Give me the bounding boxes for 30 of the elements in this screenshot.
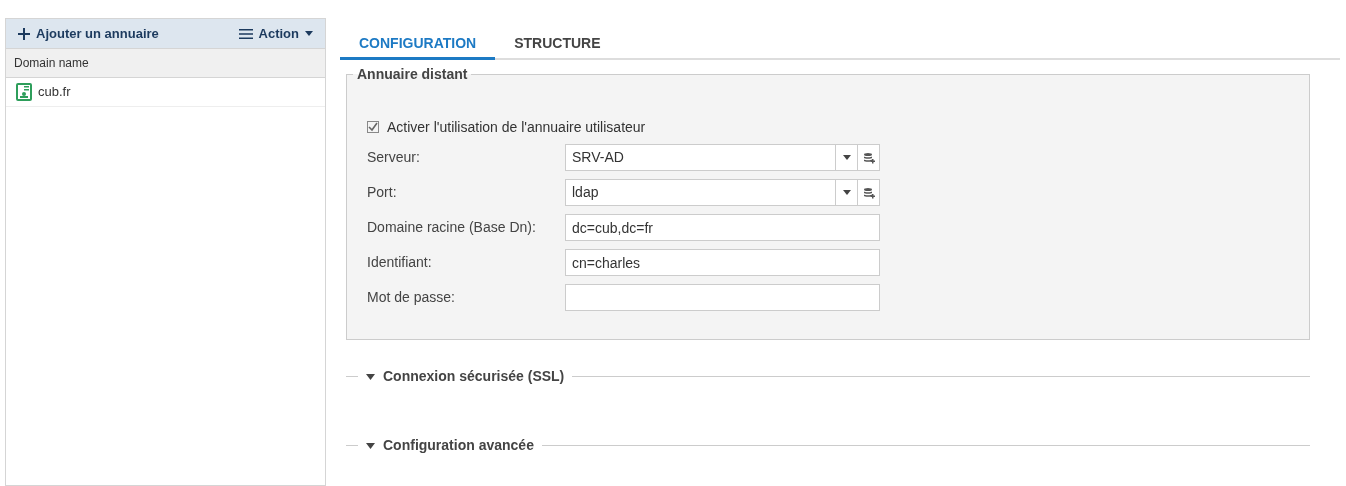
field-label: Identifiant:	[367, 253, 433, 272]
menu-icon	[238, 28, 253, 39]
caret-icon	[305, 31, 313, 36]
dropdown-caret-icon	[842, 155, 851, 160]
database-add-icon	[862, 151, 875, 164]
dropdown-caret-icon	[842, 190, 851, 195]
domain-name: cub.fr	[38, 83, 71, 102]
select-field[interactable]: SRV-AD	[565, 144, 880, 171]
select-field[interactable]: ldap	[565, 179, 880, 206]
database-add-icon	[862, 186, 875, 199]
tab[interactable]: CONFIGURATION	[340, 30, 496, 60]
enable-checkbox[interactable]: Activer l'utilisation de l'annuaire utilisateur	[367, 117, 1289, 137]
plus-icon	[18, 27, 30, 40]
collapsible-section-header[interactable]: Connexion sécurisée (SSL)	[358, 366, 573, 387]
directory-icon	[16, 83, 32, 101]
field-label: Domaine racine (Base Dn):	[367, 218, 537, 237]
tab[interactable]: STRUCTURE	[495, 30, 620, 60]
caret-icon	[366, 442, 375, 449]
field-label: Mot de passe:	[367, 288, 456, 307]
add-directory-button[interactable]: Ajouter un annuaire	[18, 23, 159, 44]
collapsible-section-header[interactable]: Configuration avancée	[358, 435, 542, 456]
group-title: Annuaire distant	[356, 65, 469, 84]
column-header[interactable]: Domain name	[6, 48, 325, 78]
field-label: Serveur:	[367, 148, 421, 167]
action-menu-button[interactable]: Action	[238, 23, 313, 44]
input-field[interactable]	[565, 284, 880, 311]
field-label: Port:	[367, 183, 398, 202]
input-field[interactable]: cn=charles	[565, 249, 880, 276]
input-field[interactable]: dc=cub,dc=fr	[565, 214, 880, 241]
caret-icon	[366, 373, 375, 380]
